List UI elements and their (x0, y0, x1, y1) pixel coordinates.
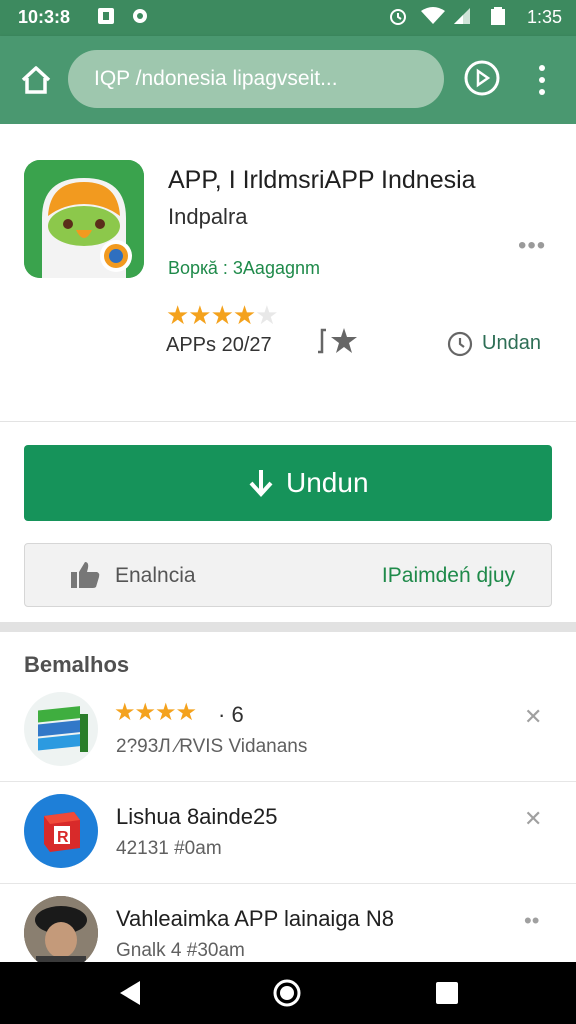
app-header: APP, I IrldmsriAPP Indnesia Indpalra •••… (0, 124, 576, 422)
list-item-title: Lishua 8ainde25 (116, 804, 278, 829)
play-icon[interactable] (462, 58, 502, 98)
list-item-subtitle: 2?93Л ⁄RVIS Vidanans (116, 736, 308, 757)
list-item-count: · 6 (218, 702, 244, 727)
app-rating-text: APPs 20/27 (166, 334, 272, 356)
app-developer-link[interactable]: Bopкă : 3Aagagnm (168, 258, 320, 279)
status-time-right: 1:35 (526, 7, 562, 27)
clock-icon (447, 331, 473, 357)
app-icon (24, 160, 144, 278)
app-title: APP, I IrldmsriAPP Indnesia (168, 166, 476, 194)
list-item-subtitle: 42131 #0am (116, 838, 222, 859)
overflow-menu-icon[interactable] (532, 62, 552, 98)
review-link[interactable]: IPaimdeń djuy (382, 564, 515, 588)
install-button[interactable]: Undun (24, 445, 552, 521)
battery-icon (491, 7, 505, 25)
secondary-action-bar: Enalncia IPaimdeń djuy (24, 543, 552, 607)
status-time-left: 10:3:8 (18, 7, 71, 27)
notification-icon (98, 8, 114, 24)
app-rating-stars: ★★★★★ (166, 300, 279, 331)
home-nav-icon[interactable] (272, 978, 302, 1008)
settings-icon (133, 9, 147, 23)
wifi-icon (421, 7, 445, 24)
alarm-icon (390, 9, 406, 25)
stars-filled: ★★★★ (166, 300, 256, 330)
download-label: Undan (482, 332, 541, 354)
list-item-title: Vahleaimka APP lainaiga N8 (116, 906, 395, 931)
browser-toolbar: IQP /ndonesia lipagvseit... (0, 36, 576, 124)
app-subtitle: Indpalra (168, 204, 248, 229)
signal-icon (454, 8, 470, 24)
parrot-logo-icon (24, 160, 144, 278)
more-options-icon[interactable]: ••• (518, 232, 546, 260)
system-navigation-bar (0, 962, 576, 1024)
more-options-icon[interactable]: •• (524, 908, 539, 934)
svg-text:R: R (57, 829, 69, 846)
install-button-label: Undun (286, 467, 369, 498)
list-item[interactable]: ★★★★ · 6 2?93Л ⁄RVIS Vidanans ✕ (0, 680, 576, 782)
url-text: IQP /ndonesia lipagvseit... (94, 67, 338, 90)
status-bar: 10:3:8 1:35 (0, 0, 576, 36)
stack-books-icon (24, 692, 98, 766)
star-share-icon[interactable] (316, 326, 360, 356)
home-icon[interactable] (18, 62, 54, 98)
back-icon[interactable] (116, 978, 146, 1008)
dismiss-icon[interactable]: ✕ (524, 704, 542, 730)
section-title: Bemalhos (24, 652, 130, 677)
list-item[interactable]: R Lishua 8ainde25 42131 #0am ✕ (0, 782, 576, 884)
like-label[interactable]: Enalncia (115, 564, 196, 588)
dismiss-icon[interactable]: ✕ (524, 806, 542, 832)
list-item-subtitle: Gnalk 4 #30am (116, 940, 245, 961)
list-item-stars: ★★★★ (114, 699, 197, 726)
red-cube-app-icon: R (24, 794, 98, 868)
download-arrow-icon (249, 470, 273, 497)
stars-empty: ★ (255, 300, 278, 330)
recents-icon[interactable] (432, 978, 462, 1008)
avatar (24, 896, 98, 970)
url-bar[interactable]: IQP /ndonesia lipagvseit... (68, 50, 444, 108)
thumbs-up-icon[interactable] (69, 560, 101, 590)
section-divider (0, 622, 576, 632)
